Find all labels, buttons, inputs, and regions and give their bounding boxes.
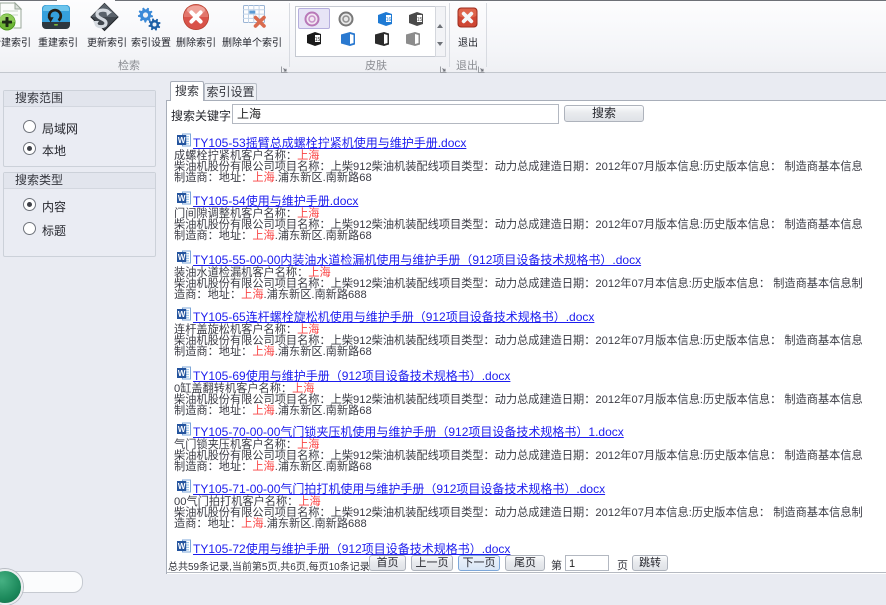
svg-text:W: W — [178, 542, 186, 551]
svg-text:W: W — [178, 425, 186, 434]
svg-text:W: W — [178, 194, 186, 203]
svg-text:W: W — [178, 482, 186, 491]
svg-text:W: W — [178, 253, 186, 262]
svg-text:W: W — [178, 369, 186, 378]
svg-text:W: W — [178, 136, 186, 145]
svg-text:W: W — [178, 310, 186, 319]
